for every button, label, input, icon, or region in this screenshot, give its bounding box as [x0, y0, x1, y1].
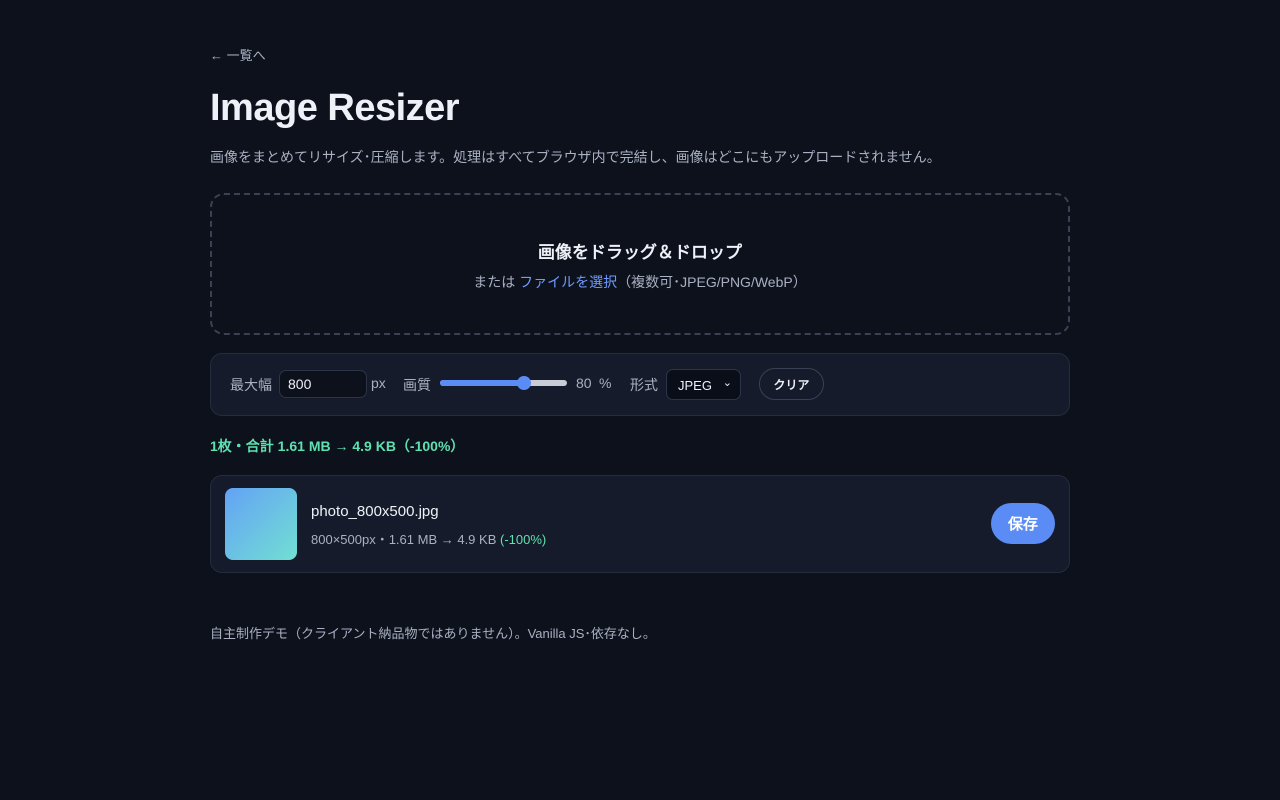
file-reduction: (-100%): [500, 532, 547, 547]
controls-panel: 最大幅 px 画質 80 % 形式 JPEG ⌄ クリア: [210, 353, 1070, 416]
drop-zone-title: 画像をドラッグ＆ドロップ: [538, 243, 742, 262]
save-button[interactable]: 保存: [991, 503, 1055, 544]
max-width-input[interactable]: [279, 370, 367, 398]
quality-unit: %: [599, 375, 612, 391]
clear-button[interactable]: クリア: [759, 368, 824, 400]
quality-slider-thumb[interactable]: [517, 376, 531, 390]
file-name: photo_800x500.jpg: [311, 503, 439, 520]
format-select-value: JPEG: [678, 378, 712, 393]
select-file-link[interactable]: ファイルを選択: [519, 274, 617, 290]
file-card: photo_800x500.jpg 800×500px・1.61 MB → 4.…: [210, 475, 1070, 573]
drop-zone-subtitle: または ファイルを選択（複数可･JPEG/PNG/WebP）: [212, 272, 1068, 292]
format-label: 形式: [630, 377, 658, 393]
max-width-label: 最大幅: [230, 377, 272, 393]
file-meta: 800×500px・1.61 MB → 4.9 KB (-100%): [311, 529, 546, 548]
quality-slider-fill: [440, 380, 524, 386]
drop-zone-prefix: または: [473, 274, 516, 290]
quality-label: 画質: [403, 377, 431, 393]
image-thumbnail: [225, 488, 297, 560]
file-size-info: 800×500px・1.61 MB → 4.9 KB: [311, 532, 497, 547]
chevron-down-icon: ⌄: [722, 377, 732, 389]
page-title: Image Resizer: [210, 87, 460, 129]
footer-note: 自主制作デモ（クライアント納品物ではありません）。Vanilla JS･依存なし…: [210, 626, 656, 641]
format-select[interactable]: JPEG ⌄: [666, 369, 741, 400]
drop-zone[interactable]: 画像をドラッグ＆ドロップ または ファイルを選択（複数可･JPEG/PNG/We…: [210, 193, 1070, 335]
drop-zone-formats: （複数可･JPEG/PNG/WebP）: [617, 274, 807, 290]
page-description: 画像をまとめてリサイズ･圧縮します。処理はすべてブラウザ内で完結し、画像はどこに…: [210, 149, 941, 165]
quality-value: 80: [576, 375, 592, 391]
summary-text: 1枚・合計 1.61 MB → 4.9 KB（-100%）: [210, 438, 465, 454]
max-width-unit: px: [371, 375, 386, 391]
quality-slider[interactable]: [440, 376, 567, 391]
back-link[interactable]: ← 一覧へ: [210, 45, 266, 64]
